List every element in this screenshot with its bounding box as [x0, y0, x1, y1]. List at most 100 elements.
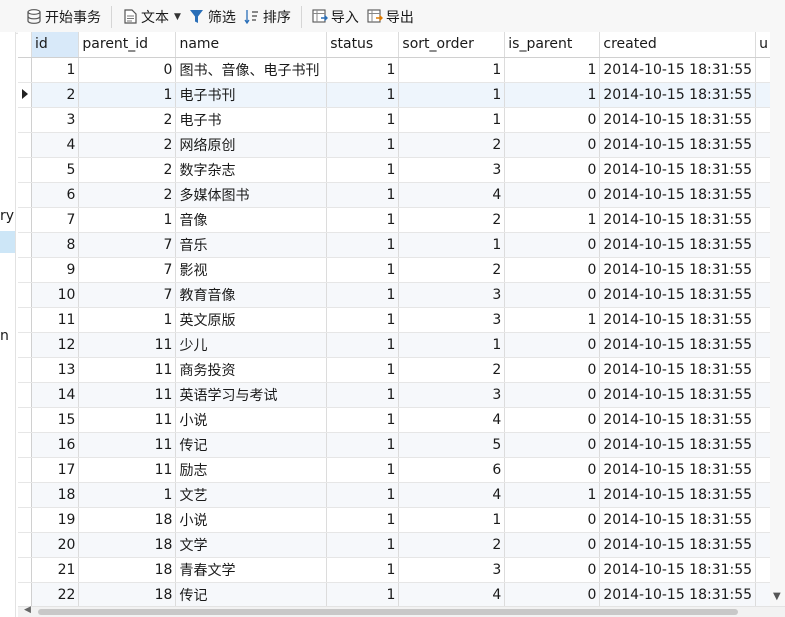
cell-is-parent[interactable]: 0: [504, 257, 601, 283]
cell-parent-id[interactable]: 2: [78, 157, 177, 183]
cell-name[interactable]: 励志: [175, 457, 328, 483]
cell-sort-order[interactable]: 3: [398, 557, 506, 583]
cell-status[interactable]: 1: [326, 307, 400, 333]
cell-name[interactable]: 音像: [175, 207, 328, 233]
cell-parent-id[interactable]: 1: [78, 207, 177, 233]
cell-status[interactable]: 1: [326, 332, 400, 358]
cell-sort-order[interactable]: 3: [398, 157, 506, 183]
row-indicator[interactable]: [18, 82, 32, 108]
cell-id[interactable]: 11: [31, 307, 80, 333]
cell-status[interactable]: 1: [326, 282, 400, 308]
table-row[interactable]: 4 2 网络原创 1 2 0 2014-10-15 18:31:55: [18, 132, 785, 158]
cell-id[interactable]: 3: [31, 107, 80, 133]
table-row[interactable]: 14 11 英语学习与考试 1 3 0 2014-10-15 18:31:55: [18, 382, 785, 408]
cell-parent-id[interactable]: 18: [78, 557, 177, 583]
table-row[interactable]: 13 11 商务投资 1 2 0 2014-10-15 18:31:55: [18, 357, 785, 383]
cell-is-parent[interactable]: 0: [504, 232, 601, 258]
cell-id[interactable]: 13: [31, 357, 80, 383]
cell-status[interactable]: 1: [326, 232, 400, 258]
cell-name[interactable]: 文学: [175, 532, 328, 558]
cell-id[interactable]: 6: [31, 182, 80, 208]
cell-status[interactable]: 1: [326, 157, 400, 183]
table-row[interactable]: 18 1 文艺 1 4 1 2014-10-15 18:31:55: [18, 482, 785, 508]
cell-created[interactable]: 2014-10-15 18:31:55: [599, 357, 757, 383]
cell-id[interactable]: 20: [31, 532, 80, 558]
cell-created[interactable]: 2014-10-15 18:31:55: [599, 407, 757, 433]
row-indicator[interactable]: [18, 207, 32, 233]
cell-created[interactable]: 2014-10-15 18:31:55: [599, 507, 757, 533]
cell-name[interactable]: 多媒体图书: [175, 182, 328, 208]
table-row[interactable]: 22 18 传记 1 4 0 2014-10-15 18:31:55: [18, 582, 785, 606]
cell-name[interactable]: 商务投资: [175, 357, 328, 383]
cell-created[interactable]: 2014-10-15 18:31:55: [599, 582, 757, 606]
cell-id[interactable]: 9: [31, 257, 80, 283]
vertical-scrollbar[interactable]: ▼: [770, 32, 785, 606]
cell-id[interactable]: 15: [31, 407, 80, 433]
cell-sort-order[interactable]: 2: [398, 357, 506, 383]
cell-is-parent[interactable]: 1: [504, 57, 601, 83]
column-header-created[interactable]: created: [599, 32, 757, 58]
cell-is-parent[interactable]: 0: [504, 157, 601, 183]
cell-sort-order[interactable]: 3: [398, 307, 506, 333]
cell-parent-id[interactable]: 1: [78, 307, 177, 333]
table-row[interactable]: 9 7 影视 1 2 0 2014-10-15 18:31:55: [18, 257, 785, 283]
row-indicator[interactable]: [18, 382, 32, 408]
cell-parent-id[interactable]: 18: [78, 507, 177, 533]
cell-sort-order[interactable]: 3: [398, 382, 506, 408]
cell-sort-order[interactable]: 1: [398, 332, 506, 358]
table-row[interactable]: 19 18 小说 1 1 0 2014-10-15 18:31:55: [18, 507, 785, 533]
cell-created[interactable]: 2014-10-15 18:31:55: [599, 107, 757, 133]
cell-sort-order[interactable]: 6: [398, 457, 506, 483]
cell-name[interactable]: 电子书: [175, 107, 328, 133]
table-row[interactable]: 6 2 多媒体图书 1 4 0 2014-10-15 18:31:55: [18, 182, 785, 208]
cell-created[interactable]: 2014-10-15 18:31:55: [599, 382, 757, 408]
cell-created[interactable]: 2014-10-15 18:31:55: [599, 307, 757, 333]
cell-parent-id[interactable]: 11: [78, 382, 177, 408]
cell-created[interactable]: 2014-10-15 18:31:55: [599, 482, 757, 508]
cell-parent-id[interactable]: 7: [78, 282, 177, 308]
cell-created[interactable]: 2014-10-15 18:31:55: [599, 157, 757, 183]
cell-name[interactable]: 影视: [175, 257, 328, 283]
table-row[interactable]: 21 18 青春文学 1 3 0 2014-10-15 18:31:55: [18, 557, 785, 583]
cell-parent-id[interactable]: 18: [78, 582, 177, 606]
cell-id[interactable]: 16: [31, 432, 80, 458]
cell-name[interactable]: 教育音像: [175, 282, 328, 308]
table-row[interactable]: 7 1 音像 1 2 1 2014-10-15 18:31:55: [18, 207, 785, 233]
cell-is-parent[interactable]: 0: [504, 282, 601, 308]
cell-status[interactable]: 1: [326, 382, 400, 408]
cell-name[interactable]: 英文原版: [175, 307, 328, 333]
cell-id[interactable]: 22: [31, 582, 80, 606]
cell-sort-order[interactable]: 1: [398, 107, 506, 133]
cell-sort-order[interactable]: 2: [398, 532, 506, 558]
cell-sort-order[interactable]: 2: [398, 207, 506, 233]
row-indicator[interactable]: [18, 432, 32, 458]
scroll-down-icon[interactable]: ▼: [773, 591, 781, 602]
cell-parent-id[interactable]: 0: [78, 57, 177, 83]
table-row[interactable]: 17 11 励志 1 6 0 2014-10-15 18:31:55: [18, 457, 785, 483]
cell-is-parent[interactable]: 0: [504, 532, 601, 558]
chevron-down-icon[interactable]: ▼: [174, 12, 181, 22]
horizontal-scroll-thumb[interactable]: [38, 609, 738, 615]
cell-name[interactable]: 传记: [175, 432, 328, 458]
table-row[interactable]: 5 2 数字杂志 1 3 0 2014-10-15 18:31:55: [18, 157, 785, 183]
cell-id[interactable]: 8: [31, 232, 80, 258]
cell-is-parent[interactable]: 0: [504, 382, 601, 408]
row-indicator[interactable]: [18, 557, 32, 583]
cell-parent-id[interactable]: 11: [78, 457, 177, 483]
cell-id[interactable]: 1: [31, 57, 80, 83]
cell-id[interactable]: 7: [31, 207, 80, 233]
cell-id[interactable]: 14: [31, 382, 80, 408]
nav-item-fragment[interactable]: n: [0, 328, 9, 344]
row-indicator[interactable]: [18, 532, 32, 558]
cell-status[interactable]: 1: [326, 407, 400, 433]
cell-sort-order[interactable]: 3: [398, 282, 506, 308]
cell-created[interactable]: 2014-10-15 18:31:55: [599, 57, 757, 83]
cell-id[interactable]: 5: [31, 157, 80, 183]
cell-id[interactable]: 10: [31, 282, 80, 308]
row-indicator[interactable]: [18, 132, 32, 158]
cell-created[interactable]: 2014-10-15 18:31:55: [599, 282, 757, 308]
cell-parent-id[interactable]: 7: [78, 257, 177, 283]
cell-status[interactable]: 1: [326, 257, 400, 283]
cell-status[interactable]: 1: [326, 557, 400, 583]
row-indicator[interactable]: [18, 107, 32, 133]
